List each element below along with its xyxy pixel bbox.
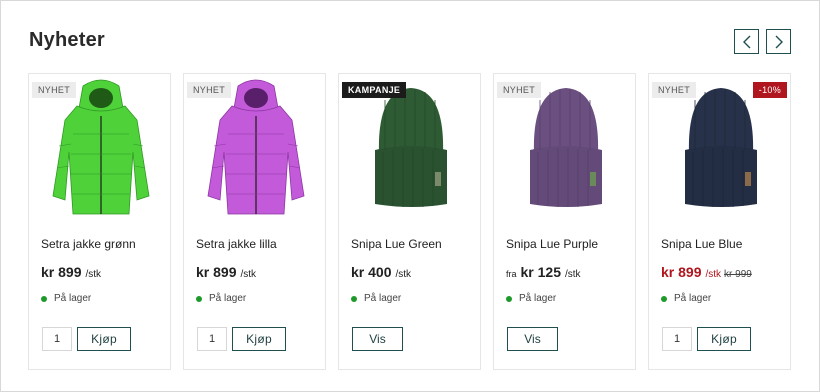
old-price: kr 999 bbox=[724, 269, 752, 280]
stock-label: På lager bbox=[519, 293, 557, 304]
stock-label: På lager bbox=[209, 293, 247, 304]
in-stock-dot-icon bbox=[351, 295, 357, 302]
price-row: fra kr 125 /stk bbox=[506, 264, 581, 280]
carousel-prev-button[interactable] bbox=[734, 29, 759, 54]
price-unit: /stk bbox=[705, 269, 722, 280]
in-stock-dot-icon bbox=[506, 295, 512, 302]
new-badge: NYHET bbox=[187, 82, 232, 98]
view-button[interactable]: Vis bbox=[352, 327, 403, 351]
buy-button[interactable]: Kjøp bbox=[232, 327, 286, 351]
in-stock-dot-icon bbox=[661, 295, 667, 302]
stock-label: På lager bbox=[364, 293, 402, 304]
product-card[interactable]: NYHET Setra jakke grønn kr 899 /stk På l… bbox=[28, 73, 171, 370]
discount-badge: -10% bbox=[752, 82, 787, 98]
chevron-right-icon bbox=[775, 35, 783, 48]
product-price: kr 899 bbox=[196, 264, 237, 280]
product-card[interactable]: NYHET Snipa Lue Purple fra kr 125 /stk P… bbox=[493, 73, 636, 370]
product-list: NYHET Setra jakke grønn kr 899 /stk På l… bbox=[28, 73, 791, 370]
stock-status: På lager bbox=[41, 293, 91, 304]
section-title: Nyheter bbox=[29, 29, 105, 51]
campaign-badge: KAMPANJE bbox=[342, 82, 407, 98]
stock-label: På lager bbox=[674, 293, 712, 304]
view-button[interactable]: Vis bbox=[507, 327, 558, 351]
product-price: kr 899 bbox=[41, 264, 82, 280]
product-card[interactable]: KAMPANJE Snipa Lue Green kr 400 /stk På … bbox=[338, 73, 481, 370]
product-price: kr 125 bbox=[520, 264, 561, 280]
price-row: kr 899 /stk kr 999 bbox=[661, 264, 752, 280]
price-unit: /stk bbox=[240, 269, 257, 280]
carousel-next-button[interactable] bbox=[766, 29, 791, 54]
product-name[interactable]: Snipa Lue Green bbox=[351, 237, 442, 251]
new-badge: NYHET bbox=[32, 82, 77, 98]
price-row: kr 400 /stk bbox=[351, 264, 411, 280]
price-from-label: fra bbox=[506, 269, 517, 279]
price-row: kr 899 /stk bbox=[196, 264, 256, 280]
price-unit: /stk bbox=[565, 269, 581, 280]
quantity-input[interactable] bbox=[197, 327, 227, 351]
new-badge: NYHET bbox=[652, 82, 697, 98]
product-price: kr 400 bbox=[351, 264, 392, 280]
stock-status: På lager bbox=[196, 293, 246, 304]
product-name[interactable]: Setra jakke grønn bbox=[41, 237, 136, 251]
stock-label: På lager bbox=[54, 293, 92, 304]
stock-status: På lager bbox=[661, 293, 711, 304]
product-name[interactable]: Snipa Lue Blue bbox=[661, 237, 742, 251]
product-name[interactable]: Snipa Lue Purple bbox=[506, 237, 598, 251]
buy-button[interactable]: Kjøp bbox=[77, 327, 131, 351]
price-unit: /stk bbox=[395, 269, 412, 280]
quantity-input[interactable] bbox=[662, 327, 692, 351]
buy-button[interactable]: Kjøp bbox=[697, 327, 751, 351]
product-price: kr 899 bbox=[661, 264, 702, 280]
price-unit: /stk bbox=[85, 269, 102, 280]
in-stock-dot-icon bbox=[41, 295, 47, 302]
quantity-input[interactable] bbox=[42, 327, 72, 351]
stock-status: På lager bbox=[351, 293, 401, 304]
stock-status: På lager bbox=[506, 293, 556, 304]
in-stock-dot-icon bbox=[196, 295, 202, 302]
new-badge: NYHET bbox=[497, 82, 542, 98]
product-card[interactable]: NYHET -10% Snipa Lue Blue kr 899 /stk kr… bbox=[648, 73, 791, 370]
price-row: kr 899 /stk bbox=[41, 264, 101, 280]
product-carousel: Nyheter NYHET Setra jakke grønn kr 899 /… bbox=[0, 0, 820, 392]
product-card[interactable]: NYHET Setra jakke lilla kr 899 /stk På l… bbox=[183, 73, 326, 370]
chevron-left-icon bbox=[742, 35, 750, 48]
product-name[interactable]: Setra jakke lilla bbox=[196, 237, 277, 251]
